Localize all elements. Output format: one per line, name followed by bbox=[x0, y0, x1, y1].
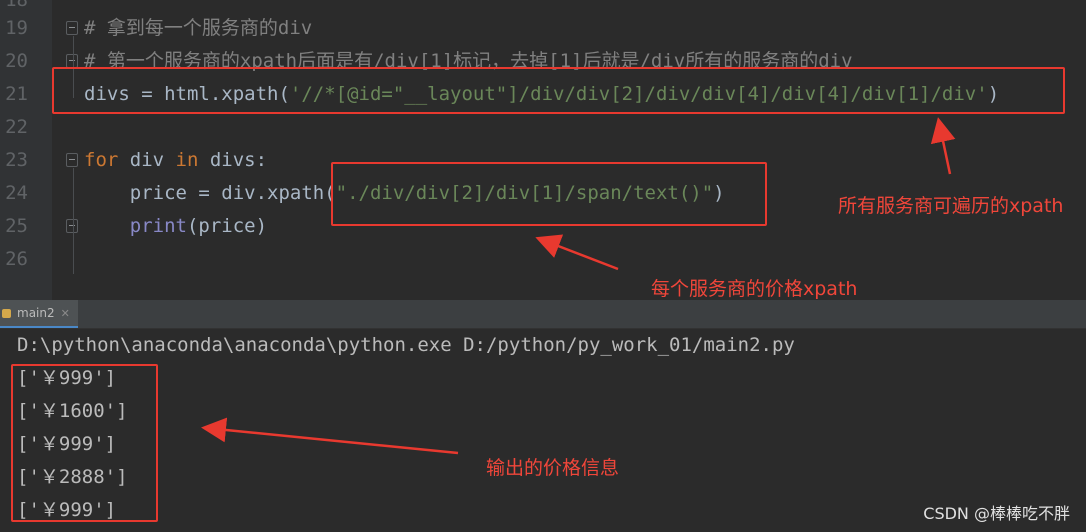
arrow-to-price-xpath bbox=[535, 234, 619, 271]
annotation-each-price: 每个服务商的价格xpath bbox=[651, 278, 858, 300]
annotation-all-providers: 所有服务商可遍历的xpath bbox=[838, 195, 1064, 217]
run-tool-window-header: main2 ✕ bbox=[0, 300, 1086, 329]
tab-main2[interactable]: main2 ✕ bbox=[0, 300, 78, 328]
close-icon[interactable]: ✕ bbox=[61, 307, 70, 320]
tab-label: main2 bbox=[17, 306, 55, 320]
python-run-icon bbox=[2, 308, 11, 318]
code-editor[interactable]: 18 19 # 拿到每一个服务商的div 20 # 第一个服务商的xpath后面是有/d… bbox=[0, 0, 1086, 300]
annotation-arrows bbox=[535, 117, 956, 271]
watermark: CSDN @棒棒吃不胖 bbox=[923, 504, 1070, 523]
arrow-to-xpath bbox=[930, 117, 956, 175]
annotation-output-info: 输出的价格信息 bbox=[486, 457, 620, 479]
